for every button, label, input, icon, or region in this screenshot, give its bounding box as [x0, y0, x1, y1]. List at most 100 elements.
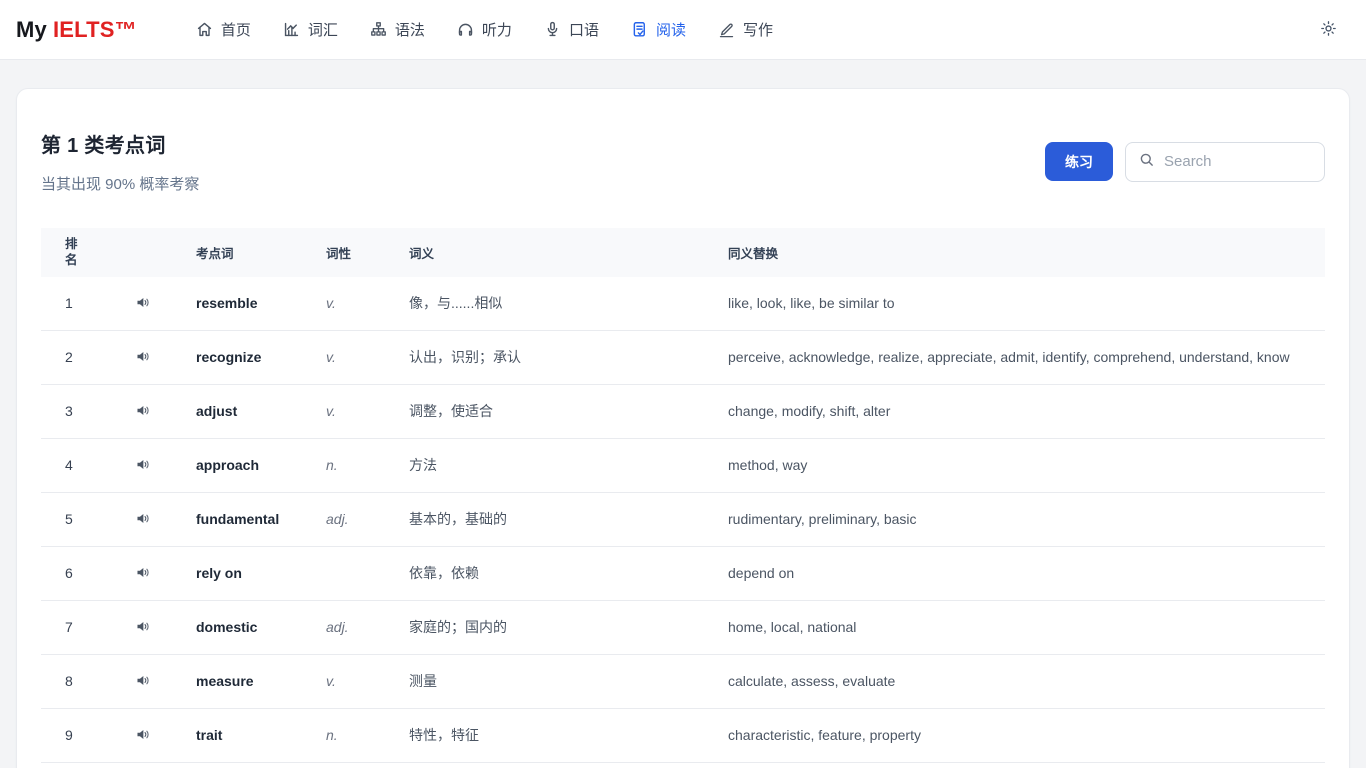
audio-cell	[129, 660, 186, 704]
synonyms-cell: characteristic, feature, property	[728, 727, 921, 744]
pos-cell	[316, 557, 399, 590]
sitemap-icon	[369, 20, 388, 39]
content-card: 第 1 类考点词 当其出现 90% 概率考察 练习 排名	[16, 88, 1350, 768]
header-rank: 排名	[65, 237, 78, 267]
speaker-button[interactable]	[131, 454, 155, 478]
audio-cell	[129, 714, 186, 758]
speaker-button[interactable]	[131, 292, 155, 316]
page-subtitle: 当其出现 90% 概率考察	[41, 176, 200, 193]
nav-item-reading[interactable]: 阅读	[630, 19, 686, 40]
synonyms-cell: rudimentary, preliminary, basic	[728, 511, 917, 528]
rank-cell: 6	[65, 565, 73, 582]
table-row: 3 adjust v. 调整，使适合 change, modify, shift…	[41, 385, 1325, 440]
audio-cell	[129, 336, 186, 380]
vocab-table: 排名 考点词 词性 词义 同义替换 1 resemble v. 像，与.....…	[41, 228, 1325, 764]
word-cell: fundamental	[196, 511, 280, 528]
meaning-cell: 基本的，基础的	[409, 511, 507, 528]
speaker-button[interactable]	[131, 616, 155, 640]
nav-item-vocabulary[interactable]: 词汇	[282, 19, 338, 40]
rank-cell: 2	[65, 349, 73, 366]
rank-cell: 9	[65, 727, 73, 744]
header-pos: 词性	[326, 247, 352, 262]
audio-cell	[129, 552, 186, 596]
sun-icon	[1319, 19, 1338, 41]
synonyms-cell: depend on	[728, 565, 795, 582]
header-meaning: 词义	[409, 247, 435, 262]
pos-cell: v.	[326, 295, 336, 312]
pos-cell: v.	[326, 349, 336, 366]
synonyms-cell: method, way	[728, 457, 808, 474]
rank-cell: 4	[65, 457, 73, 474]
speaker-button[interactable]	[131, 508, 155, 532]
speaker-button[interactable]	[131, 400, 155, 424]
speaker-icon	[135, 348, 152, 368]
table-row: 5 fundamental adj. 基本的，基础的 rudimentary, …	[41, 493, 1325, 548]
pos-cell: n.	[326, 727, 338, 744]
audio-cell	[129, 444, 186, 488]
audio-cell	[129, 498, 186, 542]
speaker-icon	[135, 618, 152, 638]
table-row: 2 recognize v. 认出，识别；承认 perceive, acknow…	[41, 331, 1325, 386]
table-row: 4 approach n. 方法 method, way	[41, 439, 1325, 494]
speaker-icon	[135, 402, 152, 422]
table-row: 7 domestic adj. 家庭的；国内的 home, local, nat…	[41, 601, 1325, 656]
practice-button[interactable]: 练习	[1045, 142, 1113, 181]
speaker-button[interactable]	[131, 724, 155, 748]
synonyms-cell: calculate, assess, evaluate	[728, 673, 896, 690]
meaning-cell: 像，与......相似	[409, 295, 503, 312]
word-cell: trait	[196, 727, 223, 744]
speaker-icon	[135, 456, 152, 476]
speaker-button[interactable]	[131, 670, 155, 694]
speaker-icon	[135, 564, 152, 584]
pos-cell: n.	[326, 457, 338, 474]
nav-item-writing[interactable]: 写作	[717, 19, 773, 40]
speaker-button[interactable]	[131, 562, 155, 586]
title-block: 第 1 类考点词 当其出现 90% 概率考察	[41, 129, 199, 194]
word-cell: adjust	[196, 403, 238, 420]
meaning-cell: 依靠，依赖	[409, 565, 479, 582]
table-row: 8 measure v. 测量 calculate, assess, evalu…	[41, 655, 1325, 710]
pos-cell: adj.	[326, 619, 349, 636]
meaning-cell: 调整，使适合	[409, 403, 493, 420]
speaker-icon	[135, 510, 152, 530]
audio-cell	[129, 282, 186, 326]
pos-cell: adj.	[326, 511, 349, 528]
word-cell: resemble	[196, 295, 258, 312]
word-cell: approach	[196, 457, 260, 474]
synonyms-cell: change, modify, shift, alter	[728, 403, 891, 420]
rank-cell: 1	[65, 295, 73, 312]
table-header-row: 排名 考点词 词性 词义 同义替换	[41, 228, 1325, 278]
app-header: My IELTS™ 首页 词汇 语法 听力 口语 阅读 写作	[0, 0, 1366, 60]
meaning-cell: 认出，识别；承认	[409, 349, 521, 366]
nav-item-listening[interactable]: 听力	[456, 19, 512, 40]
pos-cell: v.	[326, 673, 336, 690]
brand-logo[interactable]: My IELTS™	[16, 17, 137, 43]
pos-cell: v.	[326, 403, 336, 420]
search-icon	[1138, 151, 1155, 173]
header-word: 考点词	[196, 247, 234, 262]
synonyms-cell: perceive, acknowledge, realize, apprecia…	[728, 349, 1290, 366]
audio-cell	[129, 390, 186, 434]
page-main: 第 1 类考点词 当其出现 90% 概率考察 练习 排名	[0, 60, 1366, 768]
theme-toggle-button[interactable]	[1314, 16, 1342, 44]
nav-item-grammar[interactable]: 语法	[369, 19, 425, 40]
word-cell: measure	[196, 673, 254, 690]
header-audio	[129, 244, 186, 262]
nav-item-speaking[interactable]: 口语	[543, 19, 599, 40]
rank-cell: 3	[65, 403, 73, 420]
search-box	[1125, 141, 1325, 182]
page-title: 第 1 类考点词	[41, 135, 166, 157]
rank-cell: 7	[65, 619, 73, 636]
meaning-cell: 测量	[409, 673, 437, 690]
header-actions: 练习	[1045, 141, 1325, 182]
table-row: 6 rely on 依靠，依赖 depend on	[41, 547, 1325, 602]
pencil-icon	[717, 20, 736, 39]
search-input[interactable]	[1164, 153, 1312, 170]
speaker-icon	[135, 672, 152, 692]
synonyms-cell: like, look, like, be similar to	[728, 295, 895, 312]
nav-item-home[interactable]: 首页	[195, 19, 251, 40]
brand-logo-prefix: My	[16, 16, 47, 42]
word-cell: rely on	[196, 565, 242, 582]
meaning-cell: 方法	[409, 457, 437, 474]
speaker-button[interactable]	[131, 346, 155, 370]
